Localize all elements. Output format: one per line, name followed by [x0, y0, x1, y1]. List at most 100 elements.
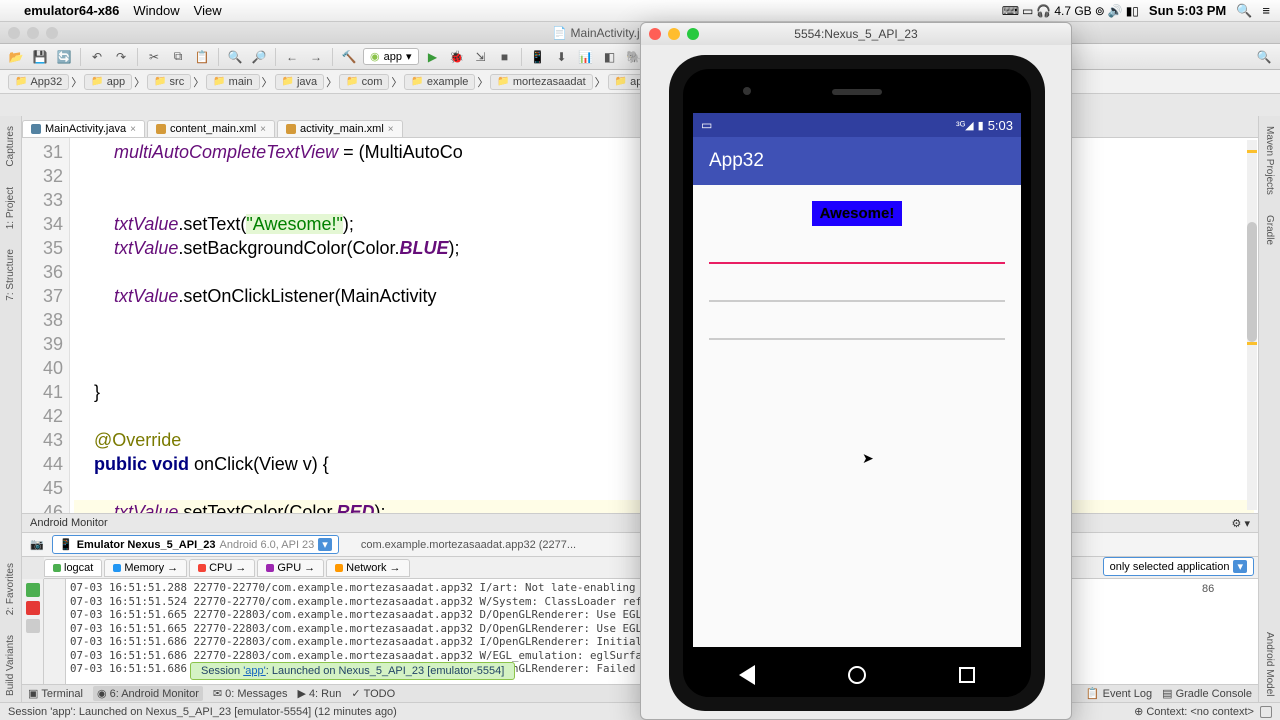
minimize-emulator-button[interactable]	[668, 28, 680, 40]
lock-icon[interactable]	[1260, 706, 1272, 718]
stop-icon[interactable]: ■	[495, 47, 515, 67]
close-emulator-button[interactable]	[649, 28, 661, 40]
sync-icon[interactable]: 🔄	[54, 47, 74, 67]
menu-view[interactable]: View	[194, 3, 222, 18]
restart-icon[interactable]	[26, 583, 40, 597]
cut-icon[interactable]: ✂	[144, 47, 164, 67]
build-icon[interactable]: 🔨	[339, 47, 359, 67]
stop-log-icon[interactable]	[26, 601, 40, 615]
favorites-tool[interactable]: 2: Favorites	[5, 563, 16, 615]
open-file-icon[interactable]: 📂	[6, 47, 26, 67]
gradle-tool[interactable]: Gradle	[1264, 215, 1275, 245]
android-model-tool[interactable]: Android Model	[1264, 632, 1275, 696]
edit-text-2[interactable]	[709, 300, 1005, 302]
keyboard-icon[interactable]: ⌨	[1002, 4, 1019, 18]
back-icon[interactable]: ←	[282, 47, 302, 67]
device-select[interactable]: 📱 Emulator Nexus_5_API_23 Android 6.0, A…	[52, 535, 339, 554]
scroll-marker	[1247, 150, 1257, 153]
structure-tool[interactable]: 7: Structure	[5, 249, 16, 301]
android-status-bar[interactable]: ▭ ³ᴳ◢ ▮ 5:03	[693, 113, 1021, 137]
debug-button[interactable]: 🐞	[447, 47, 467, 67]
monitor-gear-icon[interactable]: ⚙ ▾	[1232, 517, 1250, 530]
avd-icon[interactable]: 📱	[528, 47, 548, 67]
tab-memory[interactable]: Memory →	[104, 559, 187, 577]
close-icon[interactable]: ×	[388, 124, 394, 135]
status-context[interactable]: ⊕ Context: <no context>	[1134, 705, 1254, 718]
tab-logcat[interactable]: logcat	[44, 559, 102, 577]
crumb-2[interactable]: 📁src	[147, 74, 191, 90]
tool-event-log[interactable]: 📋 Event Log	[1086, 687, 1152, 700]
zoom-emulator-button[interactable]	[687, 28, 699, 40]
tool-run[interactable]: ▶ 4: Run	[297, 687, 341, 700]
sdk-icon[interactable]: ⬇	[552, 47, 572, 67]
crumb-1[interactable]: 📁app	[84, 74, 132, 90]
nav-back-button[interactable]	[739, 665, 755, 685]
headphones-icon[interactable]: 🎧	[1036, 4, 1051, 18]
captures-tool[interactable]: Captures	[5, 126, 16, 167]
copy-icon[interactable]: ⧉	[168, 47, 188, 67]
volume-icon[interactable]: 🔊	[1108, 4, 1123, 18]
session-hint[interactable]: Session 'app': Launched on Nexus_5_API_2…	[190, 662, 515, 680]
close-icon[interactable]: ×	[260, 124, 266, 135]
editor-scrollbar-thumb[interactable]	[1247, 222, 1257, 342]
process-select[interactable]: com.example.mortezasaadat.app32 (2277...	[361, 539, 576, 551]
menubar-app-name[interactable]: emulator64-x86	[24, 3, 119, 18]
crumb-3[interactable]: 📁main	[206, 74, 259, 90]
display-icon[interactable]: ▭	[1022, 4, 1033, 18]
save-icon[interactable]: 💾	[30, 47, 50, 67]
zoom-window-button[interactable]	[46, 27, 58, 39]
emulator-window[interactable]: 5554:Nexus_5_API_23 ▭ ³ᴳ◢ ▮ 5:03 App32 A…	[640, 22, 1072, 720]
menu-window[interactable]: Window	[133, 3, 179, 18]
redo-icon[interactable]: ↷	[111, 47, 131, 67]
attach-icon[interactable]: ⇲	[471, 47, 491, 67]
phone-screen[interactable]: ▭ ³ᴳ◢ ▮ 5:03 App32 Awesome!	[693, 113, 1021, 647]
spotlight-icon[interactable]: 🔍	[1236, 3, 1252, 19]
undo-icon[interactable]: ↶	[87, 47, 107, 67]
log-filter-select[interactable]: only selected application▾	[1103, 557, 1254, 576]
tool-messages[interactable]: ✉ 0: Messages	[213, 687, 288, 700]
forward-icon[interactable]: →	[306, 47, 326, 67]
editor-tab-activity-main[interactable]: activity_main.xml×	[277, 120, 403, 137]
menubar-clock[interactable]: Sun 5:03 PM	[1149, 3, 1226, 18]
notification-icon[interactable]: ≡	[1262, 3, 1270, 18]
tab-cpu[interactable]: CPU →	[189, 559, 255, 577]
monitor-icon[interactable]: 📊	[576, 47, 596, 67]
emulator-titlebar[interactable]: 5554:Nexus_5_API_23	[641, 23, 1071, 45]
search-everywhere-icon[interactable]: 🔍	[1254, 47, 1274, 67]
maven-tool[interactable]: Maven Projects	[1264, 126, 1275, 195]
replace-icon[interactable]: 🔎	[249, 47, 269, 67]
run-button[interactable]: ▶	[423, 47, 443, 67]
close-icon[interactable]: ×	[130, 124, 136, 135]
crumb-5[interactable]: 📁com	[339, 74, 389, 90]
layout-icon[interactable]: ◧	[600, 47, 620, 67]
minimize-window-button[interactable]	[27, 27, 39, 39]
paste-icon[interactable]: 📋	[192, 47, 212, 67]
crumb-4[interactable]: 📁java	[275, 74, 325, 90]
crumb-0[interactable]: 📁App32	[8, 74, 69, 90]
ram-indicator[interactable]: 4.7 GB	[1054, 4, 1091, 18]
find-icon[interactable]: 🔍	[225, 47, 245, 67]
nav-recent-button[interactable]	[959, 667, 975, 683]
wifi-icon[interactable]: ⊚	[1095, 4, 1105, 18]
crumb-7[interactable]: 📁mortezasaadat	[490, 74, 592, 90]
tool-gradle-console[interactable]: ▤ Gradle Console	[1162, 687, 1252, 700]
editor-tab-content-main[interactable]: content_main.xml×	[147, 120, 275, 137]
misc-icon[interactable]	[26, 619, 40, 633]
battery-icon[interactable]: ▮▯	[1126, 4, 1139, 18]
editor-tab-mainactivity[interactable]: MainActivity.java×	[22, 120, 145, 137]
nav-home-button[interactable]	[848, 666, 866, 684]
tool-todo[interactable]: ✓ TODO	[351, 687, 395, 700]
edit-text-1[interactable]	[709, 262, 1005, 264]
edit-text-3[interactable]	[709, 338, 1005, 340]
crumb-6[interactable]: 📁example	[404, 74, 475, 90]
tab-gpu[interactable]: GPU →	[257, 559, 324, 577]
run-config-select[interactable]: ◉ app ▾	[363, 48, 419, 65]
tab-network[interactable]: Network →	[326, 559, 409, 577]
tool-android-monitor[interactable]: ◉ 6: Android Monitor	[93, 686, 203, 701]
build-variants-tool[interactable]: Build Variants	[5, 635, 16, 696]
close-window-button[interactable]	[8, 27, 20, 39]
awesome-text-view[interactable]: Awesome!	[812, 201, 903, 226]
screenshot-icon[interactable]: 📷	[28, 538, 46, 551]
project-tool[interactable]: 1: Project	[5, 187, 16, 229]
tool-terminal[interactable]: ▣ Terminal	[28, 687, 83, 700]
